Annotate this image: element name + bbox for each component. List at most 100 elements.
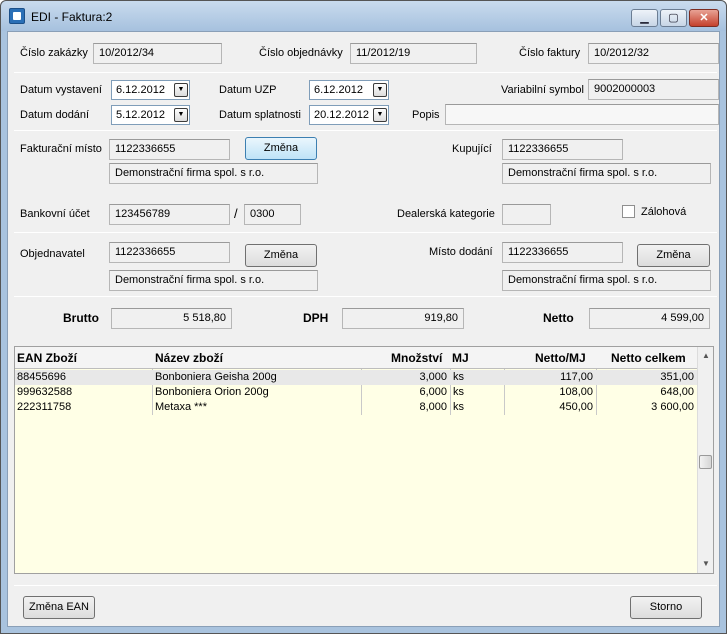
net-label: Netto <box>543 311 574 325</box>
vat-field[interactable]: 919,80 <box>342 308 464 329</box>
delivery-date-label: Datum dodání <box>20 109 90 121</box>
change-ean-button[interactable]: Změna EAN <box>23 596 95 619</box>
uzp-date-label: Datum UZP <box>219 84 277 96</box>
variable-symbol-label: Variabilní symbol <box>501 84 584 96</box>
maximize-button[interactable]: ▢ <box>660 9 687 27</box>
column-ean[interactable]: EAN Zboží <box>17 351 77 365</box>
gross-label: Brutto <box>63 311 99 325</box>
cancel-button[interactable]: Storno <box>630 596 702 619</box>
row-unit: ks <box>453 401 464 413</box>
vat-label: DPH <box>303 311 329 325</box>
due-date-dropdown-icon[interactable]: ▼ <box>373 108 387 122</box>
billing-place-label: Fakturační místo <box>20 143 102 155</box>
gross-field[interactable]: 5 518,80 <box>111 308 232 329</box>
row-name: Bonboniera Orion 200g <box>155 386 269 398</box>
delivery-place-name-field[interactable]: Demonstrační firma spol. s r.o. <box>502 270 711 291</box>
table-row[interactable]: 999632588 Bonboniera Orion 200g 6,000 ks… <box>15 385 699 400</box>
orderer-change-button[interactable]: Změna <box>245 244 317 267</box>
dealer-category-label: Dealerská kategorie <box>397 208 495 220</box>
edi-invoice-window: EDI - Faktura:2 ▁ ▢ ✕ Číslo zakázky 10/2… <box>0 0 727 634</box>
scroll-down-icon[interactable]: ▼ <box>699 557 713 571</box>
bank-account-field[interactable]: 123456789 <box>109 204 230 225</box>
row-name: Metaxa *** <box>155 401 207 413</box>
minimize-icon: ▁ <box>640 12 649 24</box>
row-ean: 999632588 <box>17 386 73 398</box>
minimize-button[interactable]: ▁ <box>631 9 658 27</box>
separator <box>14 296 717 297</box>
buyer-name-field[interactable]: Demonstrační firma spol. s r.o. <box>502 163 711 184</box>
issue-date-label: Datum vystavení <box>20 84 102 96</box>
separator <box>14 130 717 131</box>
separator <box>14 232 717 233</box>
delivery-change-button[interactable]: Změna <box>637 244 710 267</box>
bank-account-label: Bankovní účet <box>20 208 90 220</box>
row-net-per-unit: 450,00 <box>559 401 593 413</box>
close-button[interactable]: ✕ <box>689 9 719 27</box>
advance-label: Zálohová <box>641 206 687 218</box>
vertical-scrollbar[interactable]: ▲ ▼ <box>697 347 713 573</box>
row-ean: 88455696 <box>17 371 66 383</box>
scroll-thumb[interactable] <box>699 455 712 469</box>
account-slash: / <box>234 206 238 221</box>
table-header: EAN Zboží Název zboží Množství MJ Netto/… <box>15 347 699 369</box>
buyer-label: Kupující <box>452 143 492 155</box>
bank-code-field[interactable]: 0300 <box>244 204 301 225</box>
order-no-label: Číslo zakázky <box>20 47 88 59</box>
issue-date-value: 6.12.2012 <box>116 84 165 96</box>
row-net-total: 648,00 <box>660 386 694 398</box>
invoice-no-label: Číslo faktury <box>519 47 581 59</box>
row-net-per-unit: 108,00 <box>559 386 593 398</box>
column-net-total[interactable]: Netto celkem <box>611 351 686 365</box>
orderer-label: Objednavatel <box>20 248 85 260</box>
row-name: Bonboniera Geisha 200g <box>155 371 277 383</box>
row-unit: ks <box>453 371 464 383</box>
row-qty: 3,000 <box>419 371 447 383</box>
row-unit: ks <box>453 386 464 398</box>
scroll-up-icon[interactable]: ▲ <box>699 349 713 363</box>
column-net-per-unit[interactable]: Netto/MJ <box>535 351 586 365</box>
variable-symbol-field[interactable]: 9002000003 <box>588 79 719 100</box>
billing-change-button[interactable]: Změna <box>245 137 317 160</box>
purchase-order-field[interactable]: 11/2012/19 <box>350 43 477 64</box>
uzp-date-value: 6.12.2012 <box>314 84 363 96</box>
due-date-value: 20.12.2012 <box>314 109 370 121</box>
buyer-code-field[interactable]: 1122336655 <box>502 139 623 160</box>
issue-date-dropdown-icon[interactable]: ▼ <box>174 83 188 97</box>
column-unit[interactable]: MJ <box>452 351 469 365</box>
column-qty[interactable]: Množství <box>391 351 442 365</box>
separator <box>14 72 717 73</box>
close-icon: ✕ <box>699 12 709 24</box>
net-field[interactable]: 4 599,00 <box>589 308 710 329</box>
delivery-date-dropdown-icon[interactable]: ▼ <box>174 108 188 122</box>
maximize-icon: ▢ <box>668 12 679 24</box>
description-field[interactable] <box>445 104 719 125</box>
purchase-order-label: Číslo objednávky <box>259 47 343 59</box>
app-icon <box>9 8 25 24</box>
uzp-date-dropdown-icon[interactable]: ▼ <box>373 83 387 97</box>
row-ean: 222311758 <box>17 401 72 413</box>
delivery-date-value: 5.12.2012 <box>116 109 165 121</box>
orderer-code-field[interactable]: 1122336655 <box>109 242 230 263</box>
row-qty: 8,000 <box>419 401 447 413</box>
description-label: Popis <box>412 109 440 121</box>
invoice-no-field[interactable]: 10/2012/32 <box>588 43 719 64</box>
table-row[interactable]: 222311758 Metaxa *** 8,000 ks 450,00 3 6… <box>15 400 699 415</box>
dealer-category-field[interactable] <box>502 204 551 225</box>
order-no-field[interactable]: 10/2012/34 <box>93 43 222 64</box>
billing-place-name-field[interactable]: Demonstrační firma spol. s r.o. <box>109 163 318 184</box>
advance-checkbox[interactable] <box>622 205 635 218</box>
delivery-place-code-field[interactable]: 1122336655 <box>502 242 623 263</box>
due-date-label: Datum splatnosti <box>219 109 301 121</box>
orderer-name-field[interactable]: Demonstrační firma spol. s r.o. <box>109 270 318 291</box>
table-row[interactable]: 88455696 Bonboniera Geisha 200g 3,000 ks… <box>15 370 699 385</box>
title-bar[interactable]: EDI - Faktura:2 ▁ ▢ ✕ <box>1 1 726 31</box>
items-table[interactable]: EAN Zboží Název zboží Množství MJ Netto/… <box>14 346 714 574</box>
row-net-per-unit: 117,00 <box>560 371 593 383</box>
row-qty: 6,000 <box>419 386 447 398</box>
row-net-total: 351,00 <box>660 371 694 383</box>
separator <box>14 585 717 586</box>
column-name[interactable]: Název zboží <box>155 351 223 365</box>
row-net-total: 3 600,00 <box>651 401 694 413</box>
delivery-place-label: Místo dodání <box>429 246 493 258</box>
billing-place-code-field[interactable]: 1122336655 <box>109 139 230 160</box>
